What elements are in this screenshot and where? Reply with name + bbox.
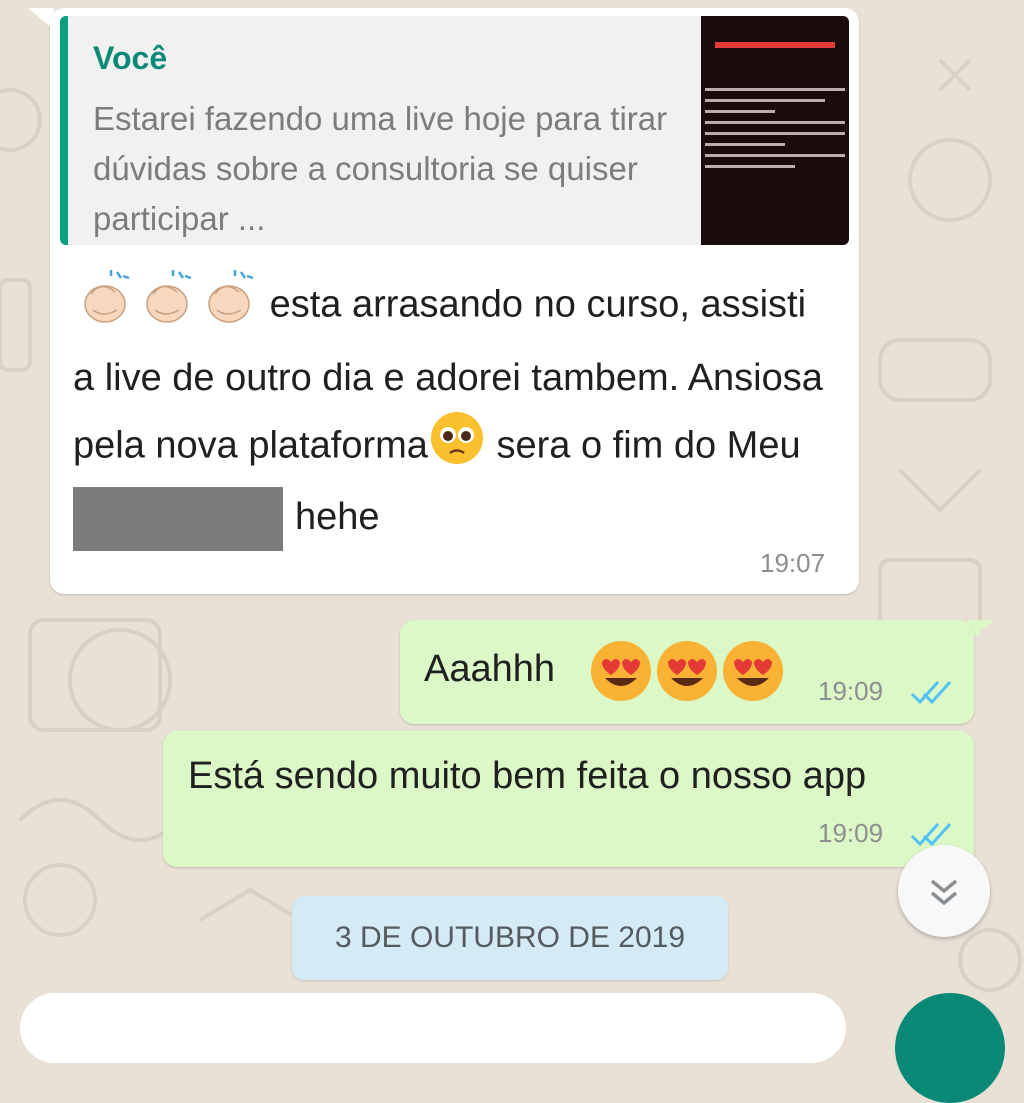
outgoing-message-text: Está sendo muito bem feita o nosso app [188, 755, 867, 797]
heart-eyes-emoji [654, 638, 720, 709]
date-separator: 3 DE OUTUBRO DE 2019 [292, 896, 728, 980]
double-check-read-icon [910, 822, 952, 847]
double-check-read-icon [910, 680, 952, 705]
quote-text: Estarei fazendo uma live hoje para tirar… [93, 100, 668, 237]
redacted-block [73, 486, 283, 551]
incoming-text-part2: sera o fim do Meu [496, 424, 801, 467]
incoming-text-part3: hehe [295, 496, 380, 538]
outgoing-message-text: Aaahhh [424, 648, 556, 690]
pleading-face-emoji [428, 409, 486, 486]
heart-eyes-emoji [720, 638, 786, 709]
clapping-hands-emoji [197, 266, 259, 347]
scroll-to-bottom-button[interactable] [898, 845, 990, 937]
quote-image-thumbnail [701, 16, 849, 245]
message-input-bar[interactable] [20, 993, 846, 1063]
clapping-hands-emoji [135, 266, 197, 347]
outgoing-emoji-group [588, 638, 786, 709]
double-chevron-down-icon [930, 879, 958, 906]
mic-button[interactable] [895, 993, 1005, 1103]
quote-author: Você [93, 40, 168, 76]
heart-eyes-emoji [588, 638, 654, 709]
outgoing-timestamp: 19:09 [818, 818, 884, 848]
outgoing-timestamp: 19:09 [818, 676, 884, 706]
clapping-hands-emoji [73, 266, 135, 347]
quoted-message[interactable]: Você Estarei fazendo uma live hoje para … [60, 16, 849, 245]
incoming-timestamp: 19:07 [760, 548, 826, 578]
quote-accent-bar [60, 16, 68, 245]
incoming-message-text: esta arrasando no curso, assisti a live … [73, 266, 833, 551]
